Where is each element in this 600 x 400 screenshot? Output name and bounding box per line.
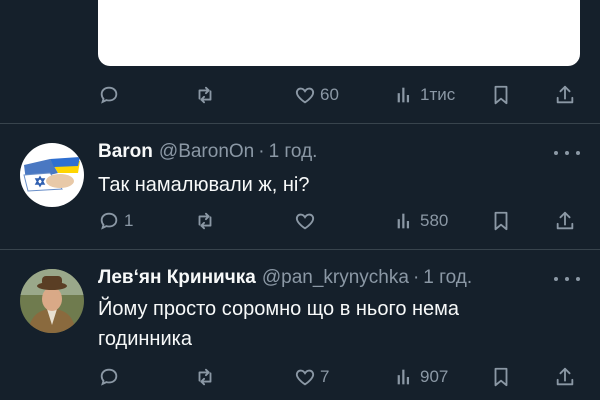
like-button[interactable] [294,206,320,236]
views-count: 1тис [420,85,456,104]
share-icon [556,367,574,386]
reply-count: 1 [124,211,134,230]
tweet-actions: 60 1тис [98,80,580,110]
reply-button[interactable] [98,80,124,110]
like-button[interactable]: 7 [294,362,329,392]
author-handle[interactable]: @pan_krynychka [262,267,409,289]
tweet-media-card[interactable] [98,0,580,66]
views-button[interactable]: 580 [394,206,448,236]
views-icon [397,87,410,103]
bookmark-button[interactable] [490,362,512,392]
share-icon [556,85,574,104]
share-icon [556,211,574,230]
like-icon [295,87,315,104]
avatar-image [20,143,84,207]
views-button[interactable]: 907 [394,362,448,392]
bookmark-button[interactable] [490,206,512,236]
retweet-button[interactable] [194,206,220,236]
avatar[interactable] [20,143,84,207]
like-count: 60 [320,85,339,104]
views-count: 907 [420,367,449,386]
views-icon [397,213,410,229]
tweet-divider [0,249,600,250]
like-icon [295,369,315,386]
retweet-button[interactable] [194,362,220,392]
tweet-divider [0,123,600,124]
like-count: 7 [320,367,330,386]
tweet-actions: 7 907 [98,362,580,392]
reply-icon [100,368,118,386]
views-button[interactable]: 1тис [394,80,455,110]
bookmark-button[interactable] [490,80,512,110]
more-icon [554,277,558,281]
avatar[interactable] [20,269,84,333]
more-icon [554,151,558,155]
author-handle[interactable]: @BaronOn [159,141,254,163]
share-button[interactable] [554,206,576,236]
timestamp[interactable]: 1 год. [423,267,472,289]
retweet-icon [198,86,212,104]
views-count: 580 [420,211,449,230]
share-button[interactable] [554,362,576,392]
tweet-header: Baron @BaronOn · 1 год. [98,139,317,165]
more-button[interactable] [554,143,580,163]
bookmark-icon [494,85,508,105]
reply-button[interactable]: 1 [98,206,133,236]
share-button[interactable] [554,80,576,110]
bookmark-icon [494,211,508,231]
more-button[interactable] [554,269,580,289]
tweet-text: Йому просто соромно що в нього нема годи… [98,298,460,350]
separator-dot: · [412,267,420,288]
reply-button[interactable] [98,362,124,392]
like-button[interactable]: 60 [294,80,339,110]
author-name[interactable]: Лев‘ян Криничка [98,267,256,289]
retweet-icon [198,212,212,230]
retweet-button[interactable] [194,80,220,110]
views-icon [397,369,410,385]
avatar-image [20,269,84,333]
like-icon [295,213,315,230]
separator-dot: · [258,141,265,162]
bookmark-icon [494,367,508,387]
timestamp[interactable]: 1 год. [269,141,318,163]
reply-icon [100,86,118,104]
retweet-icon [198,368,212,386]
author-name[interactable]: Baron [98,141,153,163]
reply-icon [100,212,118,230]
tweet-actions: 1 580 [98,206,580,236]
tweet-text: Так намалювали ж, ні? [98,174,310,196]
tweet-header: Лев‘ян Криничка @pan_krynychka · 1 год. [98,265,472,291]
